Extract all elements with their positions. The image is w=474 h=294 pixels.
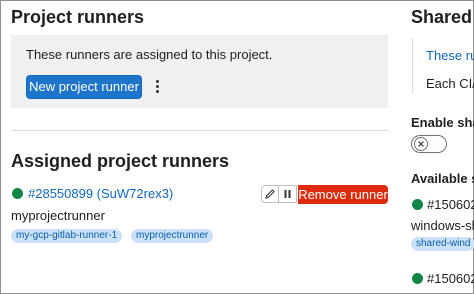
pause-runner-button[interactable] <box>279 185 297 203</box>
shared-runner-online-status-icon <box>412 199 423 210</box>
enable-shared-runners-toggle[interactable] <box>411 135 447 153</box>
close-icon <box>418 141 424 147</box>
shared-runners-title: Shared r <box>411 7 474 27</box>
shared-runner-link[interactable]: #150602 <box>427 197 474 212</box>
project-runners-title: Project runners <box>11 7 145 27</box>
shared-runners-info-border <box>412 38 413 94</box>
edit-runner-button[interactable] <box>261 185 279 203</box>
shared-runner-link[interactable]: #150602 <box>427 271 474 286</box>
shared-runners-info-link[interactable]: These run <box>426 48 474 63</box>
runner-tag: my-gcp-gitlab-runner-1 <box>11 229 123 243</box>
runner-link[interactable]: #28550899 (SuW72rex3) <box>28 186 173 201</box>
runner-online-status-icon <box>12 188 23 199</box>
shared-runner-online-status-icon <box>412 273 423 284</box>
remove-runner-button[interactable]: Remove runner <box>298 185 388 204</box>
new-project-runner-button[interactable]: New project runner <box>26 75 142 99</box>
runner-tag: myprojectrunner <box>131 229 214 243</box>
enable-shared-runners-label: Enable shar <box>411 115 474 130</box>
project-runners-info-text: These runners are assigned to this proje… <box>26 47 273 62</box>
runner-name: myprojectrunner <box>11 208 105 223</box>
section-divider <box>11 130 388 131</box>
available-shared-runners-label: Available sh <box>411 171 474 186</box>
shared-runner-name: windows-sh <box>411 218 474 233</box>
assigned-runners-title: Assigned project runners <box>11 151 230 171</box>
shared-runner-tag: shared-wind <box>411 237 474 251</box>
pencil-icon <box>265 189 275 199</box>
toggle-knob <box>414 137 428 151</box>
pause-icon <box>284 190 291 198</box>
shared-runners-info-text: Each CI/C <box>426 76 474 91</box>
more-actions-icon[interactable] <box>150 78 164 98</box>
